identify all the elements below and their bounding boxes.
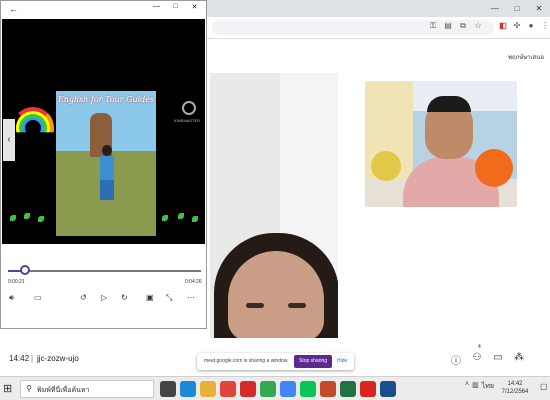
participant-face [228,251,324,338]
maximize-button[interactable]: □ [506,0,528,17]
powerpoint-icon[interactable] [320,381,336,397]
taskbar-apps [160,381,396,397]
clock-time: 14:42 [507,381,523,387]
key-icon[interactable]: ⚿ [428,21,438,31]
chrome-icon[interactable] [220,381,236,397]
opera-icon[interactable] [240,381,256,397]
chevron-up-icon[interactable]: ˄ [465,381,469,392]
decor-plant [371,151,401,181]
player-icon[interactable] [380,381,396,397]
play-icon[interactable]: ▷ [101,293,107,302]
participant-tile-student[interactable] [210,73,338,338]
profile-avatar-icon[interactable]: ● [526,21,536,30]
meeting-separator: | [31,354,34,363]
acrobat-icon[interactable] [360,381,376,397]
player-maximize-button[interactable]: □ [166,3,185,17]
star-icon[interactable]: ☆ [473,21,483,31]
explorer-icon[interactable] [200,381,216,397]
sprout-graphic [162,215,168,221]
poster-title: English for Tour Guides [57,95,155,104]
kinemaster-label: KINEMASTER [174,118,201,123]
rainbow-graphic [12,107,54,133]
task-view-icon[interactable] [160,381,176,397]
sprout-graphic [10,215,16,221]
people-icon[interactable]: ⚇ [472,352,482,367]
poster-figure-head [102,145,112,156]
share-message: meet.google.com is sharing a window. [204,358,289,364]
people-count-badge: 4 [478,344,481,350]
chrome-alt-icon[interactable] [260,381,276,397]
rewind-10-icon[interactable]: ↺ [80,293,87,302]
activities-icon[interactable]: ⁂ [514,352,524,367]
participant-eye [288,303,306,308]
poster-figure-skirt [100,180,114,200]
excel-icon[interactable] [340,381,356,397]
close-button[interactable]: ✕ [528,0,550,17]
poster-figure-body [100,156,114,180]
stop-sharing-button[interactable]: Stop sharing [294,355,332,368]
player-close-button[interactable]: ✕ [185,3,204,17]
sprout-graphic [178,213,184,219]
captions-icon[interactable]: ▭ [34,293,42,302]
system-tray: ˄ ▥ ไทย [465,381,494,392]
total-time: 0:04:26 [185,279,202,285]
aspect-ratio-icon[interactable]: ▣ [146,293,154,302]
edge-icon[interactable] [180,381,196,397]
seek-bar[interactable] [8,270,201,272]
kinemaster-logo-icon [182,101,196,115]
language-indicator[interactable]: ไทย [482,381,494,392]
search-icon: ⚲ [26,384,32,393]
minimize-button[interactable]: — [484,0,506,17]
player-titlebar: ← — □ ✕ [1,1,206,17]
windows-start-icon[interactable]: ⊞ [3,382,12,395]
chrome-profile-icon[interactable] [280,381,296,397]
copy-icon[interactable]: ⧉ [458,21,468,31]
line-icon[interactable] [300,381,316,397]
sprout-graphic [24,213,30,219]
participant-name: พฤกษ์ษาเสนอ [508,55,544,61]
sprout-graphic [38,216,44,222]
previous-chevron-icon[interactable]: ‹ [3,119,15,161]
puzzle-icon[interactable]: ✣ [512,21,522,30]
participant-eye [246,303,264,308]
meet-bottom-bar: 14:42 | jjc-zozw-ujo meet.google.com is … [0,344,550,376]
search-placeholder: พิมพ์ที่นี่เพื่อค้นหา [37,387,90,394]
player-minimize-button[interactable]: — [147,3,166,17]
fullscreen-icon[interactable]: ⤡ [166,293,172,303]
seek-thumb[interactable] [20,265,31,275]
player-controls: 🔊︎ ▭ ↺ ▷ ↻ ▣ ⤡ ⋯ [7,293,201,305]
meeting-time: 14:42 [9,354,30,363]
taskbar-clock[interactable]: 14:42 7/12/2564 [500,380,530,396]
volume-icon[interactable]: 🔊︎ [9,293,14,303]
participant-tile-teacher[interactable] [365,81,517,207]
back-button[interactable]: ← [9,4,18,14]
sprout-graphic [192,216,198,222]
forward-30-icon[interactable]: ↻ [121,293,128,302]
current-time: 0:00:21 [8,279,25,285]
translate-icon[interactable]: ▤ [443,21,453,31]
browser-window-controls: — □ ✕ [484,0,550,17]
pdf-extension-icon[interactable]: ◧ [498,21,508,30]
info-icon[interactable]: ⓘ [451,352,461,367]
media-player-window[interactable]: ← — □ ✕ English for Tour Guides KINEMAST… [0,0,207,329]
meeting-code: jjc-zozw-ujo [37,354,79,363]
screen-share-banner: meet.google.com is sharing a window. Sto… [197,353,354,370]
participant-hair [427,96,471,112]
menu-icon[interactable]: ⋮ [540,21,550,30]
more-icon[interactable]: ⋯ [187,293,195,302]
clock-date: 7/12/2564 [501,389,529,395]
decor-fruit [475,149,513,187]
network-icon[interactable]: ▥ [472,381,479,392]
chat-icon[interactable]: ▭ [493,352,503,367]
video-poster: English for Tour Guides [56,91,156,236]
windows-taskbar: ⊞ ⚲ พิมพ์ที่นี่เพื่อค้นหา ˄ ▥ ไทย 14:42 … [0,376,550,400]
notification-icon[interactable]: ▢ [540,382,548,391]
taskbar-search-box[interactable]: ⚲ พิมพ์ที่นี่เพื่อค้นหา [20,380,154,398]
hide-button[interactable]: Hide [337,358,347,364]
video-canvas[interactable]: English for Tour Guides KINEMASTER [2,19,205,244]
